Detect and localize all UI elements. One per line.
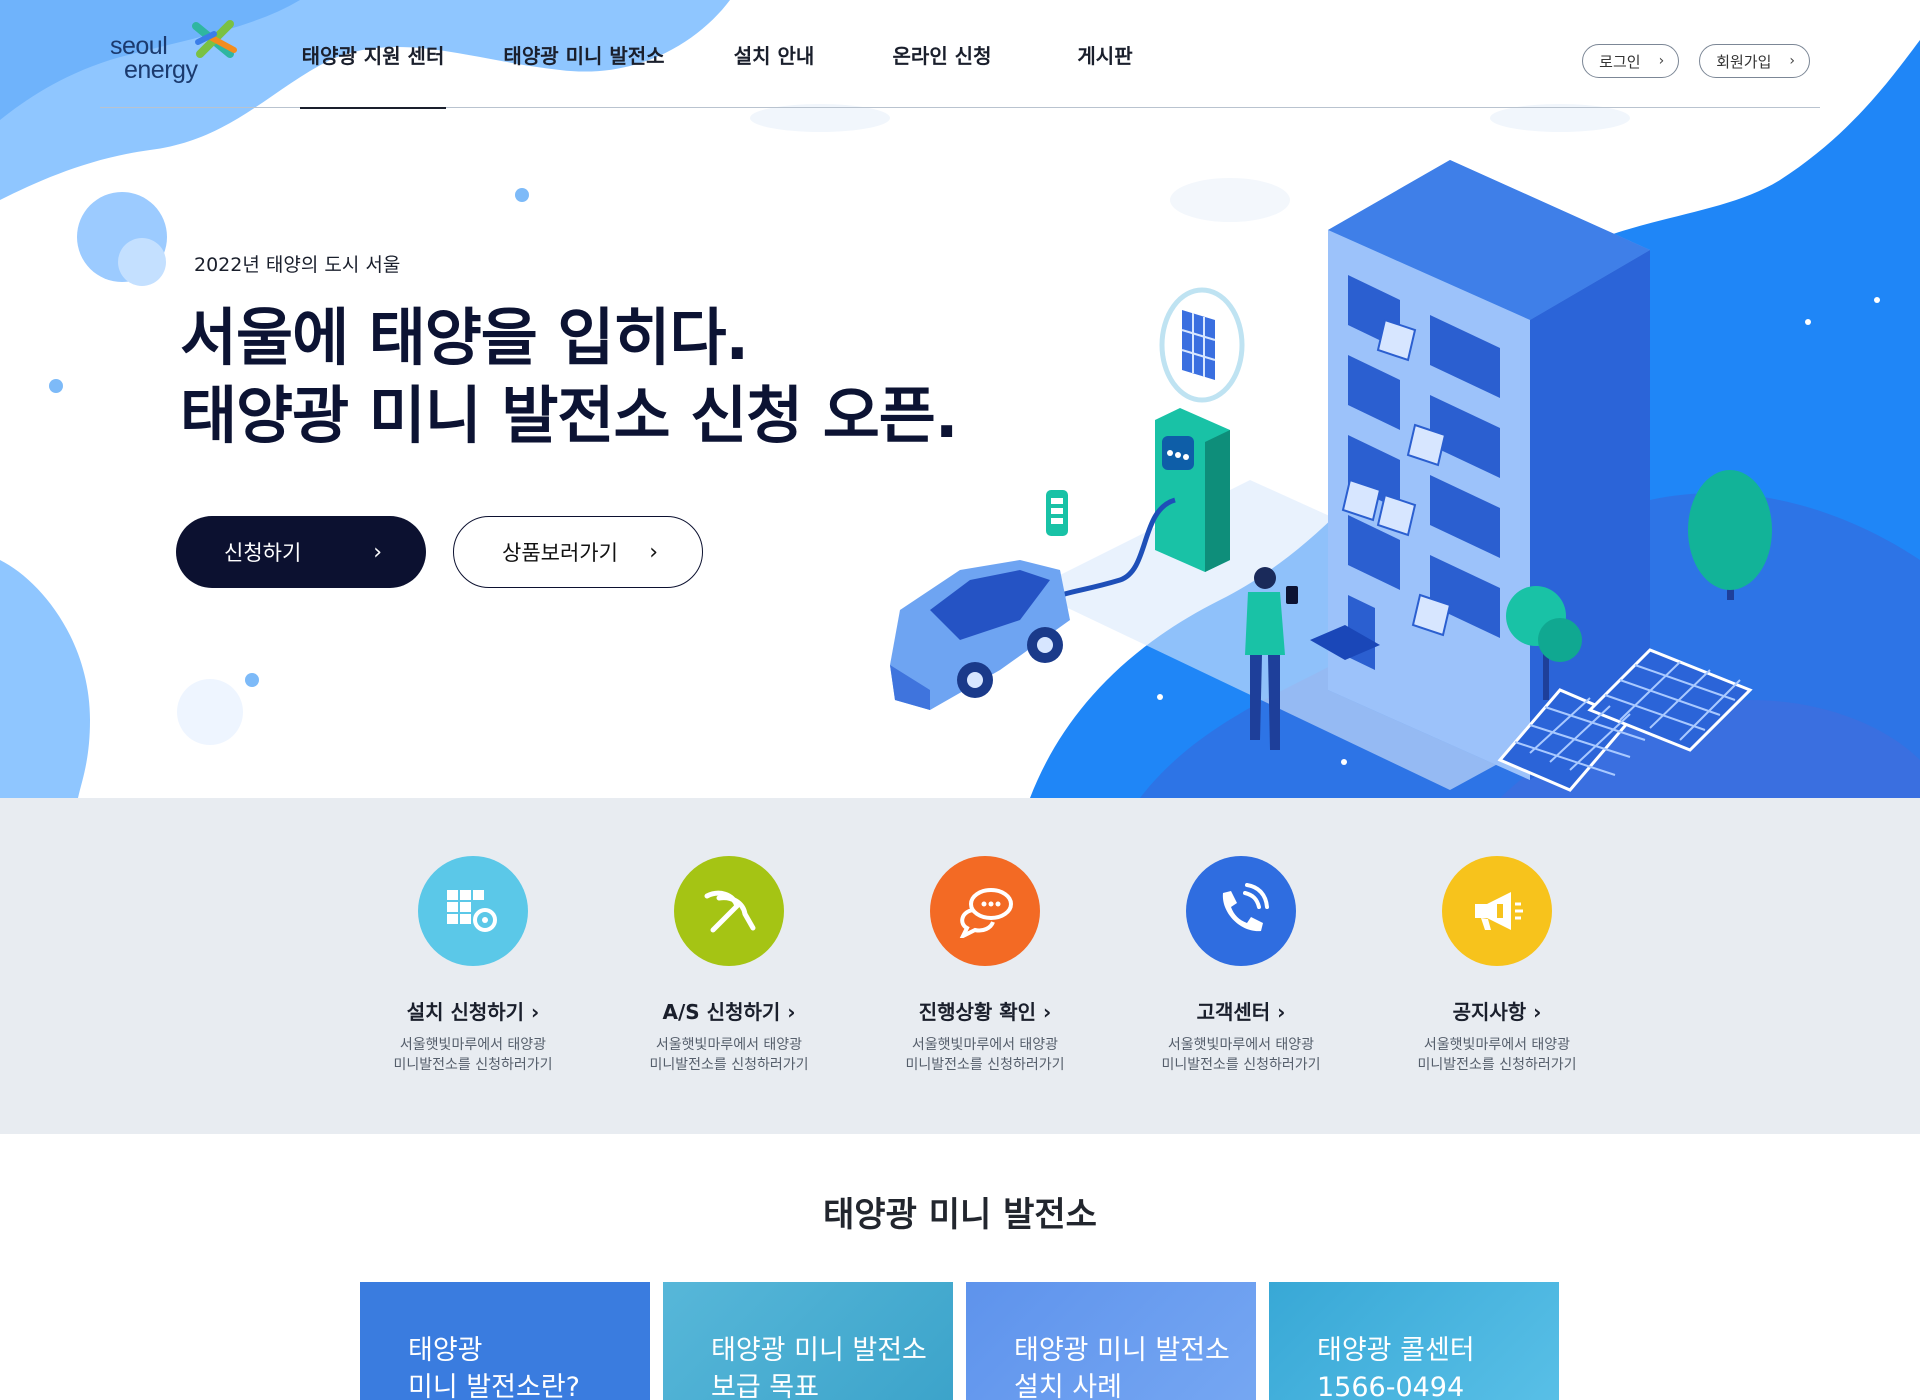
nav-label: 태양광 미니 발전소 bbox=[503, 43, 665, 68]
quick-menu-title: 고객센터 › bbox=[1196, 1000, 1286, 1024]
card-about-mini-plant[interactable]: 태양광 미니 발전소란? bbox=[360, 1282, 650, 1400]
quick-menu-desc: 서울햇빛마루에서 태양광 미니발전소를 신청하러가기 bbox=[1417, 1037, 1577, 1073]
signup-button[interactable]: 회원가입 › bbox=[1699, 44, 1810, 78]
building-illustration bbox=[1310, 160, 1650, 780]
quick-menu-progress-check[interactable]: 진행상황 확인 › 서울햇빛마루에서 태양광 미니발전소를 신청하러가기 bbox=[857, 856, 1113, 1075]
apply-button[interactable]: 신청하기 › bbox=[176, 516, 426, 588]
quick-menu-section: 설치 신청하기 › 서울햇빛마루에서 태양광 미니발전소를 신청하러가기 A/S… bbox=[0, 798, 1920, 1134]
logo-x-mark-icon bbox=[192, 20, 237, 58]
quick-menu-list: 설치 신청하기 › 서울햇빛마루에서 태양광 미니발전소를 신청하러가기 A/S… bbox=[345, 856, 1625, 1075]
quick-menu-title: 공지사항 › bbox=[1452, 1000, 1542, 1024]
hero-copy: 2022년 태양의 도시 서울 서울에 태양을 입히다. 태양광 미니 발전소 … bbox=[180, 250, 958, 455]
hero-headline: 서울에 태양을 입히다. 태양광 미니 발전소 신청 오픈. bbox=[180, 299, 958, 455]
card-supply-target[interactable]: 태양광 미니 발전소 보급 목표 bbox=[663, 1282, 953, 1400]
nav-label: 게시판 bbox=[1077, 43, 1133, 68]
headline-line-1: 서울에 태양을 입히다. bbox=[180, 301, 749, 374]
info-cards: 태양광 미니 발전소란? 태양광 미니 발전소 보급 목표 태양광 미니 발전소… bbox=[360, 1282, 1559, 1400]
nav-item-board[interactable]: 게시판 bbox=[1060, 0, 1150, 108]
login-button[interactable]: 로그인 › bbox=[1582, 44, 1680, 78]
chevron-right-icon: › bbox=[373, 539, 382, 565]
card-install-cases[interactable]: 태양광 미니 발전소 설치 사례 bbox=[966, 1282, 1256, 1400]
car-illustration bbox=[890, 560, 1070, 710]
card-line-2: 1566-0494 bbox=[1317, 1372, 1465, 1400]
brand-logo[interactable]: seoul energy bbox=[110, 20, 240, 90]
nav-item-solar-support-center[interactable]: 태양광 지원 센터 bbox=[300, 0, 446, 109]
card-line-1: 태양광 bbox=[408, 1335, 483, 1366]
nav-item-installation-guide[interactable]: 설치 안내 bbox=[724, 0, 824, 108]
phone-call-icon bbox=[1186, 856, 1296, 966]
auth-links: 로그인 › 회원가입 › bbox=[1582, 44, 1810, 78]
megaphone-icon bbox=[1442, 856, 1552, 966]
quick-menu-title: A/S 신청하기 › bbox=[662, 1000, 796, 1024]
quick-menu-title: 설치 신청하기 › bbox=[406, 1000, 540, 1024]
nav-item-solar-mini-plant[interactable]: 태양광 미니 발전소 bbox=[494, 0, 674, 108]
quick-menu-as-application[interactable]: A/S 신청하기 › 서울햇빛마루에서 태양광 미니발전소를 신청하러가기 bbox=[601, 856, 857, 1075]
pliers-icon bbox=[674, 856, 784, 966]
card-line-2: 보급 목표 bbox=[711, 1372, 819, 1400]
solar-city-illustration bbox=[890, 160, 1772, 792]
nav-label: 태양광 지원 센터 bbox=[301, 43, 445, 68]
solar-panel-badge-illustration bbox=[1159, 287, 1245, 403]
logo-wordmark: seoul energy bbox=[110, 32, 198, 84]
chevron-right-icon: › bbox=[1658, 53, 1665, 69]
hero-section: seoul energy 태양광 지원 센터 태양광 미니 발전소 설치 안내 … bbox=[0, 0, 1920, 798]
solar-panel-gear-icon bbox=[418, 856, 528, 966]
nav-label: 온라인 신청 bbox=[892, 43, 992, 68]
nav-item-online-application[interactable]: 온라인 신청 bbox=[882, 0, 1002, 108]
site-header: seoul energy 태양광 지원 센터 태양광 미니 발전소 설치 안내 … bbox=[100, 0, 1820, 109]
quick-menu-desc: 서울햇빛마루에서 태양광 미니발전소를 신청하러가기 bbox=[905, 1037, 1065, 1073]
card-line-1: 태양광 콜센터 bbox=[1317, 1335, 1475, 1366]
chevron-right-icon: › bbox=[1789, 53, 1795, 69]
card-call-center[interactable]: 태양광 콜센터 1566-0494 bbox=[1269, 1282, 1559, 1400]
quick-menu-notice[interactable]: 공지사항 › 서울햇빛마루에서 태양광 미니발전소를 신청하러가기 bbox=[1369, 856, 1625, 1075]
quick-menu-title: 진행상황 확인 › bbox=[918, 1000, 1052, 1024]
quick-menu-install-application[interactable]: 설치 신청하기 › 서울햇빛마루에서 태양광 미니발전소를 신청하러가기 bbox=[345, 856, 601, 1075]
quick-menu-desc: 서울햇빛마루에서 태양광 미니발전소를 신청하러가기 bbox=[649, 1037, 809, 1073]
card-line-2: 설치 사례 bbox=[1014, 1372, 1122, 1400]
chat-bubbles-icon bbox=[930, 856, 1040, 966]
main-nav: 태양광 지원 센터 태양광 미니 발전소 설치 안내 온라인 신청 게시판 bbox=[300, 0, 1150, 109]
headline-line-2: 태양광 미니 발전소 신청 오픈. bbox=[180, 379, 958, 452]
apply-label: 신청하기 bbox=[224, 541, 302, 565]
signup-label: 회원가입 bbox=[1716, 52, 1772, 71]
hero-eyebrow: 2022년 태양의 도시 서울 bbox=[194, 254, 401, 276]
quick-menu-customer-center[interactable]: 고객센터 › 서울햇빛마루에서 태양광 미니발전소를 신청하러가기 bbox=[1113, 856, 1369, 1075]
card-line-2: 미니 발전소란? bbox=[408, 1372, 580, 1400]
quick-menu-desc: 서울햇빛마루에서 태양광 미니발전소를 신청하러가기 bbox=[393, 1037, 553, 1073]
login-label: 로그인 bbox=[1599, 52, 1641, 71]
view-products-label: 상품보러가기 bbox=[502, 541, 618, 565]
card-line-1: 태양광 미니 발전소 bbox=[1014, 1335, 1230, 1366]
view-products-button[interactable]: 상품보러가기 › bbox=[453, 516, 703, 588]
chevron-right-icon: › bbox=[649, 539, 658, 565]
card-line-1: 태양광 미니 발전소 bbox=[711, 1335, 927, 1366]
quick-menu-desc: 서울햇빛마루에서 태양광 미니발전소를 신청하러가기 bbox=[1161, 1037, 1321, 1073]
section-title: 태양광 미니 발전소 bbox=[823, 1195, 1097, 1235]
nav-label: 설치 안내 bbox=[733, 43, 815, 68]
